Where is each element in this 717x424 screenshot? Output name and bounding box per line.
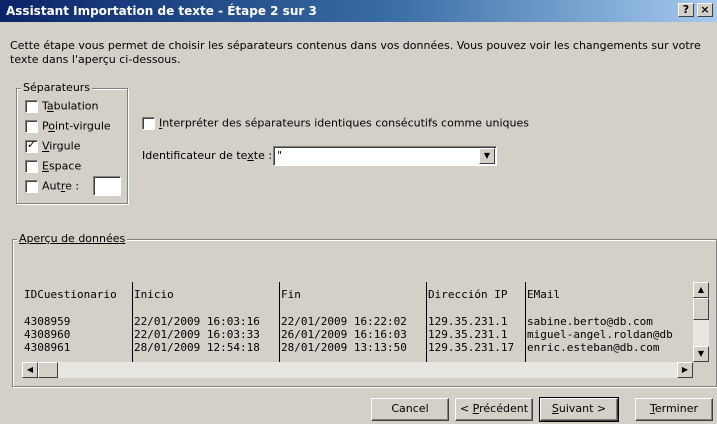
table-cell: 4308959 — [24, 315, 71, 328]
column-separator[interactable] — [426, 282, 427, 362]
close-button[interactable]: × — [697, 3, 713, 17]
checkbox-comma-box[interactable]: ✓ — [25, 137, 38, 153]
checkbox-consecutive-label: Interpréter des séparateurs identiques c… — [159, 116, 529, 130]
table-cell: 4308961 — [24, 341, 71, 354]
horizontal-scrollbar[interactable]: ◀ ▶ — [22, 362, 693, 378]
column-separator[interactable] — [525, 282, 526, 362]
horizontal-scroll-thumb[interactable] — [38, 362, 58, 378]
table-cell: 22/01/2009 16:03:16 — [134, 315, 260, 328]
table-cell: 129.35.231.1 — [428, 315, 508, 328]
column-header: EMail — [527, 288, 561, 301]
arrow-left-icon[interactable]: ◀ — [22, 362, 38, 378]
table-row: 4308959 22/01/2009 16:03:16 22/01/2009 1… — [22, 315, 695, 328]
table-cell: sabine.berto@db.com — [527, 315, 653, 328]
checkbox-consecutive-box[interactable] — [142, 116, 155, 130]
arrow-up-icon[interactable]: ▲ — [693, 282, 709, 298]
vertical-scrollbar[interactable]: ▲ ▼ — [693, 282, 709, 362]
checkbox-tab-label: Tabulation — [42, 99, 99, 113]
table-row: 4308961 28/01/2009 12:54:18 28/01/2009 1… — [22, 341, 695, 354]
checkbox-other[interactable]: Autre : — [25, 179, 79, 195]
column-separator[interactable] — [132, 282, 133, 362]
checkbox-space-label: Espace — [42, 159, 82, 173]
check-icon: ✓ — [27, 137, 37, 151]
separators-legend: Séparateurs — [21, 81, 93, 94]
table-cell: 22/01/2009 16:22:02 — [281, 315, 407, 328]
checkbox-semicolon[interactable]: Point-virgule — [25, 119, 111, 135]
column-header: Dirección IP — [428, 288, 508, 301]
checkbox-tab[interactable]: Tabulation — [25, 99, 98, 115]
column-header: Inicio — [134, 288, 174, 301]
table-cell: 26/01/2009 16:16:03 — [281, 328, 407, 341]
checkbox-space[interactable]: Espace — [25, 159, 81, 175]
preview-legend: Aperçu de données — [17, 232, 128, 245]
previous-button[interactable]: < Précédent — [455, 398, 533, 421]
table-cell: 129.35.231.1 — [428, 328, 508, 341]
checkbox-other-box[interactable] — [25, 179, 38, 193]
text-qualifier-label: Identificateur de texte : — [142, 149, 273, 162]
column-separator[interactable] — [279, 282, 280, 362]
chevron-down-icon[interactable]: ▼ — [479, 148, 495, 164]
text-qualifier-value: " — [277, 149, 283, 162]
column-header: Fin — [281, 288, 301, 301]
checkbox-tab-box[interactable] — [25, 99, 38, 113]
title-bar: Assistant Importation de texte - Étape 2… — [0, 0, 717, 22]
checkbox-consecutive[interactable]: Interpréter des séparateurs identiques c… — [142, 116, 529, 132]
window-title: Assistant Importation de texte - Étape 2… — [6, 4, 317, 18]
table-cell: 28/01/2009 13:13:50 — [281, 341, 407, 354]
table-row: 4308960 22/01/2009 16:03:33 26/01/2009 1… — [22, 328, 695, 341]
checkbox-other-label: Autre : — [42, 179, 80, 193]
checkbox-semicolon-box[interactable] — [25, 119, 38, 133]
table-cell: 28/01/2009 12:54:18 — [134, 341, 260, 354]
next-button[interactable]: Suivant > — [539, 397, 619, 422]
checkbox-space-box[interactable] — [25, 159, 38, 173]
help-button[interactable]: ? — [678, 3, 694, 17]
table-cell: 22/01/2009 16:03:33 — [134, 328, 260, 341]
data-preview-grid[interactable]: IDCuestionario Inicio Fin Dirección IP E… — [22, 282, 695, 362]
checkbox-semicolon-label: Point-virgule — [42, 119, 111, 133]
finish-button[interactable]: Terminer — [635, 398, 713, 421]
intro-text: Cette étape vous permet de choisir les s… — [10, 39, 701, 66]
preview-header-row: IDCuestionario Inicio Fin Dirección IP E… — [22, 288, 695, 301]
text-qualifier-select[interactable]: " ▼ — [273, 146, 497, 166]
column-header: IDCuestionario — [24, 288, 117, 301]
table-cell: enric.esteban@db.com — [527, 341, 660, 354]
other-separator-input[interactable] — [93, 176, 121, 196]
checkbox-comma[interactable]: ✓ Virgule — [25, 137, 81, 155]
cancel-button[interactable]: Cancel — [371, 398, 449, 421]
checkbox-comma-label: Virgule — [42, 139, 81, 153]
arrow-down-icon[interactable]: ▼ — [693, 346, 709, 362]
vertical-scroll-thumb[interactable] — [693, 298, 709, 320]
arrow-right-icon[interactable]: ▶ — [677, 362, 693, 378]
separators-group: Séparateurs Tabulation Point-virgule ✓ Vi… — [16, 81, 128, 204]
table-cell: 4308960 — [24, 328, 71, 341]
table-cell: 129.35.231.17 — [428, 341, 515, 354]
table-cell: miguel-angel.roldan@db — [527, 328, 673, 341]
